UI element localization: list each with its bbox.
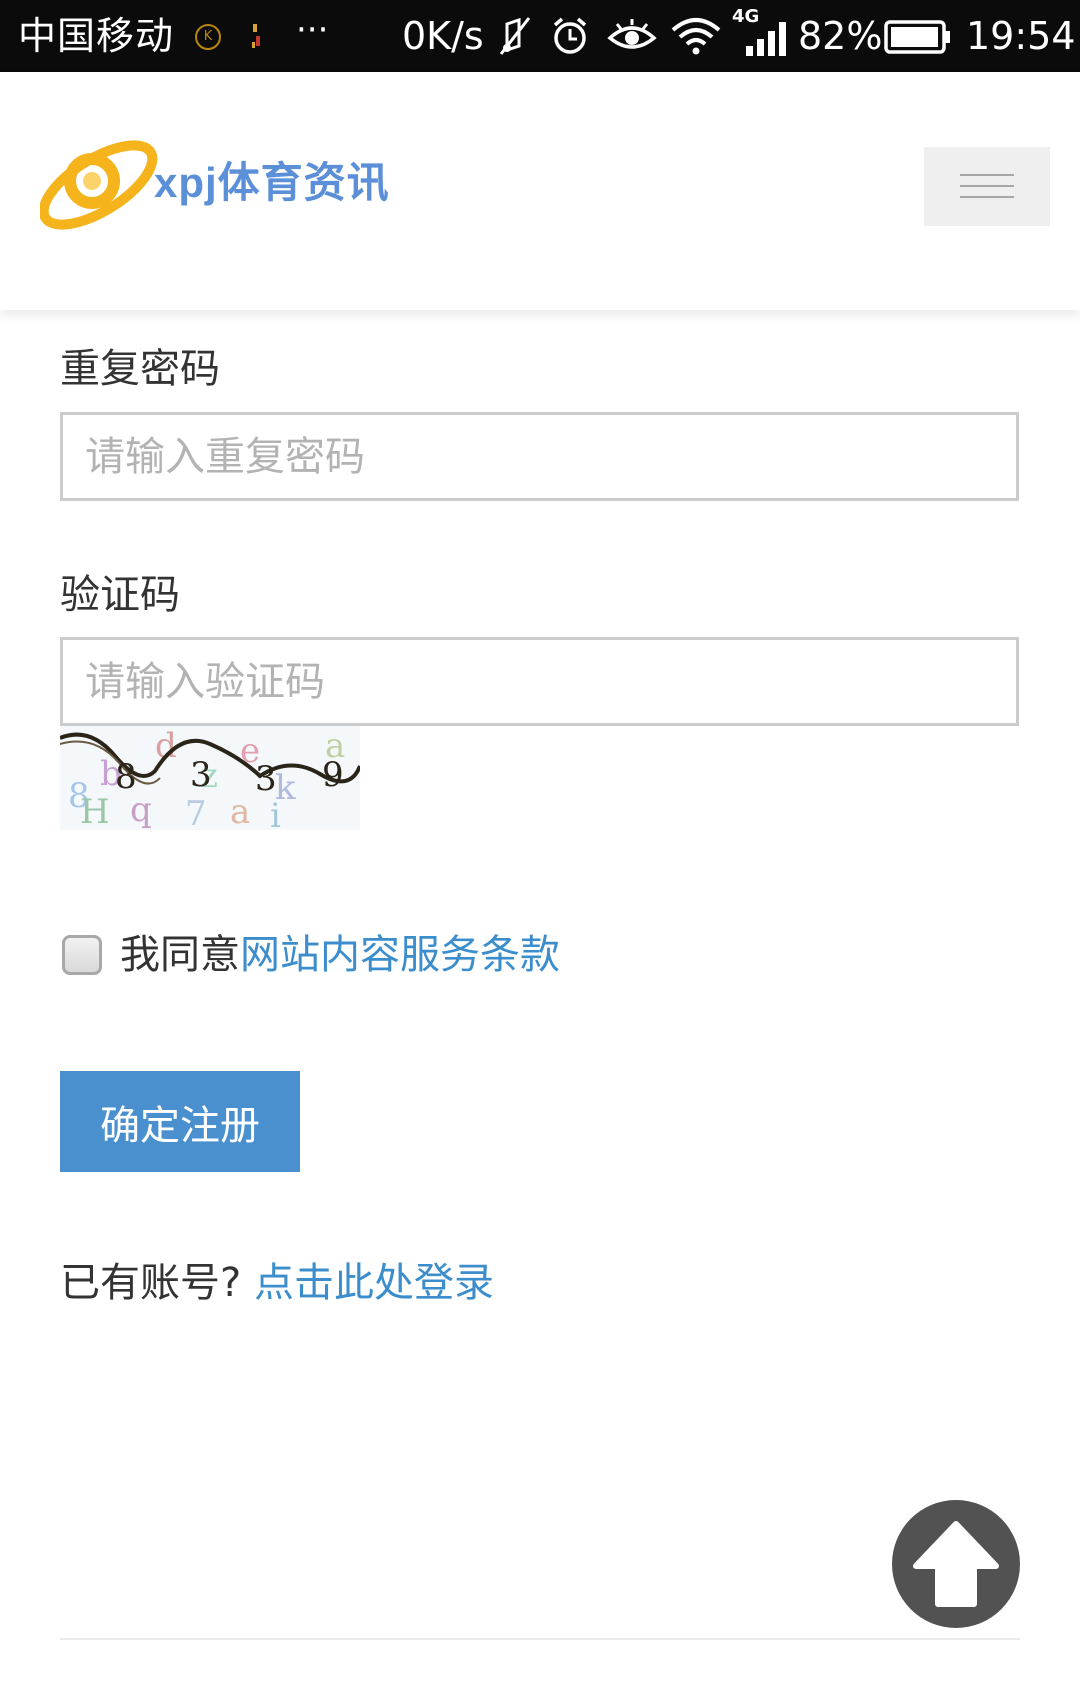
hamburger-menu-icon-bar <box>960 185 1014 187</box>
login-link[interactable]: 点击此处登录 <box>254 1260 494 1306</box>
captcha-input[interactable] <box>60 637 1019 726</box>
site-header: xpj体育资讯 <box>0 72 1080 310</box>
logo-text: xpj体育资讯 <box>154 159 390 206</box>
svg-text:8: 8 <box>115 757 137 797</box>
mute-icon <box>499 17 531 55</box>
alarm-icon <box>553 17 587 54</box>
site-logo[interactable]: xpj体育资讯 <box>40 127 400 257</box>
footer-divider <box>60 1638 1020 1640</box>
login-prompt-row: 已有账号? 点击此处登录 <box>60 1250 494 1308</box>
captcha-image[interactable]: 8 b d z e k a H q 7 a i 8 3 3 9 <box>60 726 360 830</box>
more-notifications-icon: ··· <box>296 10 329 50</box>
repeat-password-label: 重复密码 <box>60 346 220 392</box>
status-bar: 中国移动 K ··· 0K/s 4G 82% 19:54 <box>0 0 1080 72</box>
confirm-register-button[interactable]: 确定注册 <box>60 1071 300 1172</box>
orbit-logo-icon <box>40 140 158 230</box>
login-prompt-text: 已有账号? <box>60 1260 242 1306</box>
clock-time: 19:54 <box>966 14 1076 58</box>
terms-of-service-link[interactable]: 网站内容服务条款 <box>240 932 560 978</box>
battery-icon <box>884 20 950 54</box>
eye-icon <box>607 19 657 49</box>
battery-percent: 82% <box>798 14 883 58</box>
notification-app-icon <box>252 24 260 48</box>
svg-text:3: 3 <box>190 755 212 795</box>
svg-text:9: 9 <box>322 755 344 795</box>
agree-terms-checkbox[interactable] <box>62 935 102 975</box>
wifi-icon <box>671 18 721 55</box>
captcha-noise-line: 8 3 3 9 <box>60 732 360 799</box>
arrow-up-icon <box>913 1521 999 1607</box>
hamburger-menu-icon-bar <box>960 196 1014 198</box>
agree-terms-row: 我同意网站内容服务条款 <box>120 922 560 980</box>
agree-terms-text: 我同意 <box>120 932 240 978</box>
carrier-name: 中国移动 <box>18 14 175 58</box>
k-circle-icon: K <box>195 24 221 50</box>
hamburger-menu-button[interactable] <box>924 147 1050 226</box>
repeat-password-input[interactable] <box>60 412 1019 501</box>
captcha-label: 验证码 <box>60 572 180 618</box>
back-to-top-button[interactable] <box>892 1500 1020 1628</box>
svg-text:3: 3 <box>255 759 277 799</box>
network-speed: 0K/s <box>402 14 484 58</box>
signal-icon <box>746 22 786 56</box>
hamburger-menu-icon <box>960 174 1014 176</box>
